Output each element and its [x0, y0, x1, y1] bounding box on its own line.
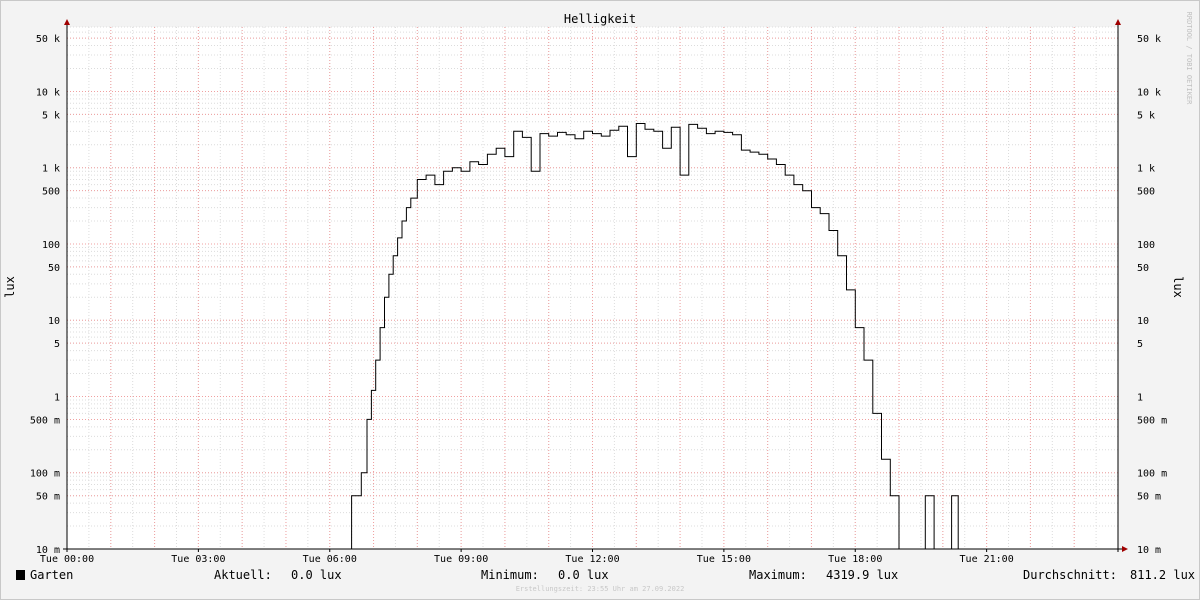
y-tick-label-right: 50 m [1137, 492, 1161, 503]
y-tick-label-left: 500 m [30, 415, 60, 426]
legend-current-label: Aktuell: [214, 568, 272, 582]
legend-min-label: Minimum: [481, 568, 539, 582]
y-axis-arrow-left [64, 19, 70, 25]
legend-avg-value: 811.2 lux [1130, 568, 1196, 582]
y-tick-label-right: 100 m [1137, 469, 1167, 480]
legend-avg-label: Durchschnitt: [1023, 568, 1117, 582]
legend-current-value: 0.0 lux [291, 568, 342, 582]
legend-max-label: Maximum: [749, 568, 807, 582]
x-tick-label: Tue 09:00 [434, 554, 488, 565]
y-tick-label-left: 500 [42, 187, 60, 198]
y-tick-label-right: 5 [1137, 339, 1143, 350]
x-tick-label: Tue 03:00 [171, 554, 225, 565]
x-tick-label: Tue 15:00 [697, 554, 751, 565]
y-tick-label-right: 50 [1137, 263, 1149, 274]
y-tick-label-right: 5 k [1137, 110, 1155, 121]
chart-svg: 50 k 50 k 10 k 10 k 5 k 5 k 1 k 1 k 500 500 100 100… [3, 12, 1193, 565]
y-tick-label-left: 5 [54, 339, 60, 350]
y-tick-label-left: 100 m [30, 469, 60, 480]
x-tick-label: Tue 06:00 [303, 554, 357, 565]
y-tick-label-right: 1 [1137, 392, 1143, 403]
y-tick-label-left: 5 k [42, 110, 60, 121]
y-tick-label-left: 10 [48, 316, 60, 327]
y-tick-label-right: 500 [1137, 187, 1155, 198]
y-tick-label-left: 1 [54, 392, 60, 403]
legend-entry-garten: Garten [30, 568, 74, 582]
legend: Garten Aktuell: 0.0 lux Minimum: 0.0 lux… [16, 568, 1195, 584]
y-tick-label-right: 10 [1137, 316, 1149, 327]
y-tick-label-right: 10 k [1137, 87, 1161, 98]
y-tick-label-right: 1 k [1137, 164, 1155, 175]
legend-swatch-garten [16, 570, 25, 580]
y-tick-label-left: 50 m [36, 492, 60, 503]
y-tick-label-right: 500 m [1137, 415, 1167, 426]
x-tick-label: Tue 21:00 [960, 554, 1014, 565]
x-tick-label: Tue 18:00 [828, 554, 882, 565]
x-tick-label: Tue 00:00 [40, 554, 94, 565]
y-tick-label-right: 100 [1137, 240, 1155, 251]
x-tick-label: Tue 12:00 [565, 554, 619, 565]
y-tick-label-right: 50 k [1137, 34, 1161, 45]
y-tick-label-left: 100 [42, 240, 60, 251]
footer-timestamp: Erstellungszeit: 23:55 Uhr am 27.09.2022 [515, 585, 685, 593]
y-tick-label-left: 1 k [42, 164, 60, 175]
y-tick-label-left: 10 k [36, 87, 60, 98]
chart-title: Helligkeit [564, 12, 636, 26]
y-axis-label-left: lux [3, 276, 17, 298]
y-tick-label-left: 50 [48, 263, 60, 274]
x-tick-labels: Tue 00:00 Tue 03:00 Tue 06:00 Tue 09:00 Tue … [40, 554, 1014, 565]
legend-min-value: 0.0 lux [558, 568, 609, 582]
legend-max-value: 4319.9 lux [826, 568, 899, 582]
x-axis-arrow [1122, 546, 1128, 552]
y-tick-label-right: 10 m [1137, 545, 1161, 556]
y-tick-label-left: 50 k [36, 34, 60, 45]
y-axis-label-right: lux [1171, 276, 1185, 298]
y-axis-arrow-right [1115, 19, 1121, 25]
side-credit: RRDTOOL / TOBI OETIKER [1185, 12, 1193, 106]
